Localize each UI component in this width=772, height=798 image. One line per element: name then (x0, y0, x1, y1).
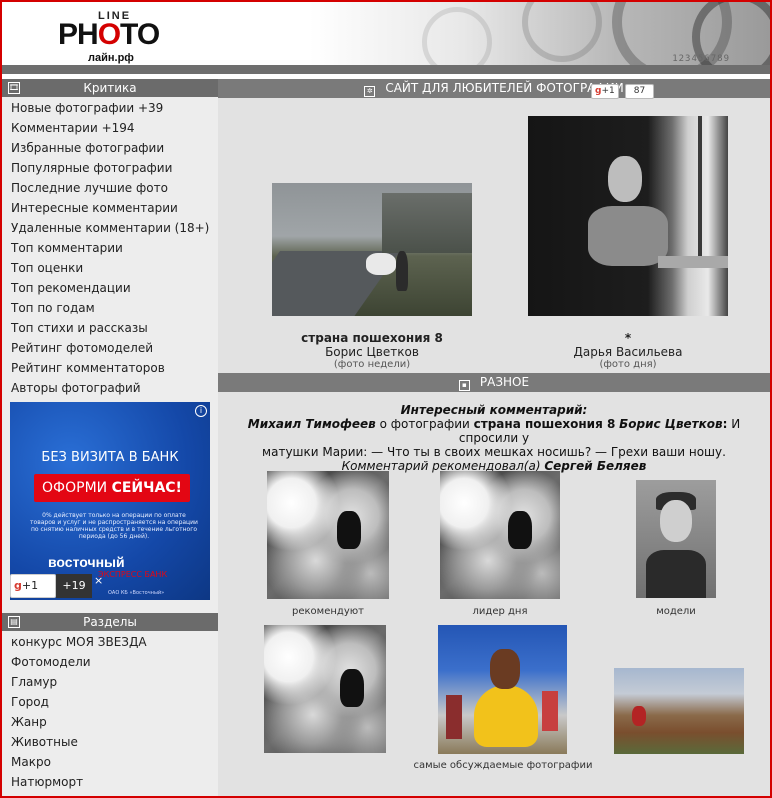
critique-menu-item[interactable]: Избранные фотографии (11, 139, 218, 159)
critique-menu-item[interactable]: Авторы фотографий (11, 379, 218, 399)
misc-header: ▪ РАЗНОЕ (218, 373, 770, 392)
section-menu-item[interactable]: конкурс МОЯ ЗВЕЗДА (11, 633, 218, 653)
photo-day-title[interactable]: * (528, 331, 728, 345)
ad-cta-button[interactable]: ОФОРМИ СЕЙЧАС! (34, 474, 190, 502)
section-menu-item[interactable]: Натюрморт (11, 773, 218, 793)
ad-brand: восточный (48, 554, 125, 570)
star-icon: ✲ (364, 86, 376, 97)
models-caption[interactable]: модели (636, 606, 716, 617)
section-menu-item[interactable]: Город (11, 693, 218, 713)
photo-week-caption: страна пошехония 8 Борис Цветков (фото н… (272, 331, 472, 370)
ad-fine-print: 0% действует только на операции по оплат… (30, 512, 198, 540)
misc-section: ▪ РАЗНОЕ (218, 373, 770, 392)
logo-domain: лайн.рф (88, 52, 134, 64)
photo-week-label: (фото недели) (333, 359, 411, 370)
lens-decoration (422, 7, 492, 65)
models-thumb[interactable] (636, 480, 716, 598)
critique-menu-item[interactable]: Топ оценки (11, 259, 218, 279)
film-icon: 🎞 (8, 82, 20, 94)
section-menu-item[interactable]: Фотомодели (11, 653, 218, 673)
commented-photo-link[interactable]: страна пошехония 8 (474, 417, 616, 431)
close-icon[interactable]: × (94, 574, 103, 587)
bank-advertisement[interactable]: i БЕЗ ВИЗИТА В БАНК ОФОРМИ СЕЙЧАС! 0% де… (10, 402, 210, 600)
share-count: 87 (624, 84, 655, 99)
site-tagline: САЙТ ДЛЯ ЛЮБИТЕЛЕЙ ФОТОГРАФИИ (385, 81, 624, 95)
critique-menu-item[interactable]: Интересные комментарии (11, 199, 218, 219)
critique-menu-item[interactable]: Комментарии +194 (11, 119, 218, 139)
photo-day-label: (фото дня) (599, 359, 657, 370)
square-icon: ▪ (458, 380, 470, 391)
sections-menu: конкурс МОЯ ЗВЕЗДА Фотомодели Гламур Город Ж… (2, 631, 218, 793)
section-menu-item[interactable]: Жанр (11, 713, 218, 733)
critique-menu-item[interactable]: Рейтинг фотомоделей (11, 339, 218, 359)
ad-gplus-count: +19 (56, 574, 92, 598)
critique-menu-item[interactable]: Рейтинг комментаторов (11, 359, 218, 379)
site-logo[interactable]: LINE PHOTO лайн.рф (58, 10, 178, 65)
gplus-share-button[interactable]: g+1 (591, 84, 619, 99)
ad-brand-sub: ЭКСПРЕСС БАНК (98, 570, 168, 579)
info-icon[interactable]: i (195, 405, 207, 417)
section-menu-item[interactable]: Животные (11, 733, 218, 753)
photo-thumb[interactable] (264, 625, 386, 753)
main-content: ✲ САЙТ ДЛЯ ЛЮБИТЕЛЕЙ ФОТОГРАФИИ g+1 87 стр… (218, 79, 770, 796)
header-bar (2, 65, 770, 74)
misc-title: РАЗНОЕ (479, 375, 530, 389)
photo-day-author[interactable]: Дарья Васильева (528, 345, 728, 359)
sidebar: 🎞 Критика Новые фотографии +39 Комментари… (2, 79, 218, 796)
gplus-icon: g (14, 579, 22, 592)
critique-menu-item[interactable]: Топ комментарии (11, 239, 218, 259)
ad-gplus-button[interactable]: g+1 (10, 574, 56, 598)
photo-week-title[interactable]: страна пошехония 8 (272, 331, 472, 345)
site-title-bar: ✲ САЙТ ДЛЯ ЛЮБИТЕЛЕЙ ФОТОГРАФИИ g+1 87 (218, 79, 770, 99)
photo-day-caption: * Дарья Васильева (фото дня) (528, 331, 728, 370)
day-leader-thumb[interactable] (440, 471, 560, 599)
critique-header: 🎞 Критика (2, 79, 218, 97)
sections-title: Разделы (83, 615, 137, 629)
logo-photo-text: PHOTO (58, 18, 160, 51)
ad-legal: ОАО КБ «Восточный» (108, 590, 165, 596)
critique-title: Критика (83, 81, 137, 95)
critique-menu-item[interactable]: Топ по годам (11, 299, 218, 319)
photo-of-week[interactable] (272, 183, 472, 316)
sections-header: ▤ Разделы (2, 613, 218, 631)
recommended-caption[interactable]: рекомендуют (267, 606, 389, 617)
header-numbers: 123456789 (672, 54, 730, 64)
critique-menu-item[interactable]: Популярные фотографии (11, 159, 218, 179)
comment-text: матушки Марии: — Что ты в своих мешках н… (262, 445, 726, 459)
critique-menu-item[interactable]: Новые фотографии +39 (11, 99, 218, 119)
recommended-thumb[interactable] (267, 471, 389, 599)
critique-menu-item[interactable]: Удаленные комментарии (18+) (11, 219, 218, 239)
interesting-heading: Интересный комментарий: (400, 403, 588, 417)
day-leader-caption[interactable]: лидер дня (440, 606, 560, 617)
site-header: 123456789 LINE PHOTO лайн.рф (2, 2, 770, 65)
discussed-thumb[interactable] (438, 625, 567, 754)
discussed-caption[interactable]: самые обсуждаемые фотографии (398, 760, 608, 771)
section-menu-item[interactable]: Макро (11, 753, 218, 773)
sections-icon: ▤ (8, 616, 20, 628)
interesting-comment: Интересный комментарий: Михаил Тимофеев … (218, 403, 770, 473)
share-widget: g+1 87 (591, 80, 655, 99)
photo-of-day[interactable] (528, 116, 728, 316)
commenter-link[interactable]: Михаил Тимофеев (248, 417, 376, 431)
landscape-thumb[interactable] (614, 668, 744, 754)
critique-menu-item[interactable]: Топ рекомендации (11, 279, 218, 299)
critique-menu: Новые фотографии +39 Комментарии +194 Избр… (2, 97, 218, 399)
critique-menu-item[interactable]: Последние лучшие фото (11, 179, 218, 199)
lens-decoration (522, 2, 602, 62)
photo-author-link[interactable]: Борис Цветков (619, 417, 722, 431)
critique-menu-item[interactable]: Топ стихи и рассказы (11, 319, 218, 339)
photo-week-author[interactable]: Борис Цветков (272, 345, 472, 359)
section-menu-item[interactable]: Гламур (11, 673, 218, 693)
